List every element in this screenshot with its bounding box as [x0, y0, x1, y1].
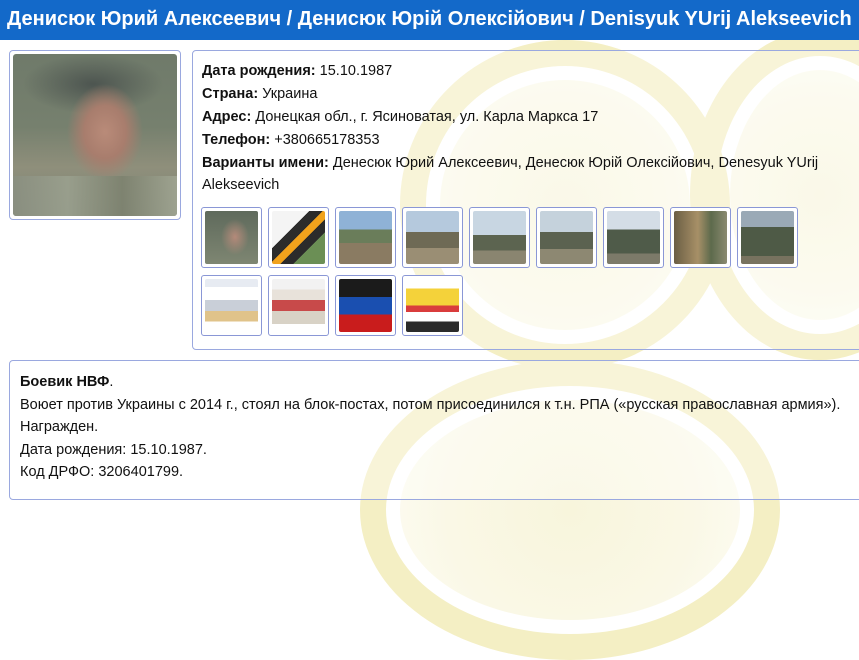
- description-drfo-code: Код ДРФО: 3206401799.: [20, 464, 184, 480]
- birth-date-row: Дата рождения: 15.10.1987: [202, 60, 392, 82]
- name-variants-label: Варианты имени:: [202, 155, 329, 171]
- address-row: Адрес: Донецкая обл., г. Ясиноватая, ул.…: [202, 106, 598, 128]
- phone-row: Телефон: +380665178353: [202, 129, 380, 151]
- gallery-thumbnail[interactable]: [268, 275, 329, 336]
- country-label: Страна:: [202, 86, 259, 102]
- description-title-line: Боевик НВФ.: [20, 374, 114, 390]
- profile-photo[interactable]: [13, 54, 177, 216]
- name-variants-row: Варианты имени: Денесюк Юрий Алексеевич,…: [202, 152, 842, 196]
- address-label: Адрес:: [202, 109, 252, 125]
- gallery-thumbnail[interactable]: [536, 207, 597, 268]
- description-birth-date: Дата рождения: 15.10.1987.: [20, 441, 207, 458]
- gallery-thumbnail[interactable]: [402, 207, 463, 268]
- address-value: Донецкая обл., г. Ясиноватая, ул. Карла …: [255, 109, 599, 125]
- description-panel: Боевик НВФ. Воюет против Украины с 2014 …: [9, 360, 859, 500]
- gallery-thumbnail[interactable]: [737, 207, 798, 268]
- country-value: Украина: [262, 86, 318, 102]
- birth-date-value: 15.10.1987: [319, 63, 393, 79]
- page-title: Денисюк Юрий Алексеевич / Денисюк Юрій О…: [0, 0, 859, 40]
- profile-info-panel: Дата рождения: 15.10.1987 Страна: Украин…: [192, 50, 859, 350]
- phone-label: Телефон:: [202, 132, 271, 148]
- phone-value: +380665178353: [274, 132, 380, 148]
- gallery-thumbnail[interactable]: [335, 207, 396, 268]
- profile-photo-frame[interactable]: [9, 50, 181, 220]
- gallery-thumbnail[interactable]: [268, 207, 329, 268]
- country-row: Страна: Украина: [202, 83, 317, 105]
- birth-date-label: Дата рождения:: [202, 63, 316, 79]
- description-text: Воюет против Украины с 2014 г., стоял на…: [20, 396, 841, 436]
- gallery-thumbnail[interactable]: [201, 275, 262, 336]
- gallery-thumbnail[interactable]: [670, 207, 731, 268]
- gallery-thumbnail[interactable]: [335, 275, 396, 336]
- description-title: Боевик НВФ: [20, 374, 110, 390]
- gallery-thumbnail[interactable]: [603, 207, 664, 268]
- gallery-thumbnail[interactable]: [402, 275, 463, 336]
- gallery-thumbnail[interactable]: [469, 207, 530, 268]
- gallery-thumbnail[interactable]: [201, 207, 262, 268]
